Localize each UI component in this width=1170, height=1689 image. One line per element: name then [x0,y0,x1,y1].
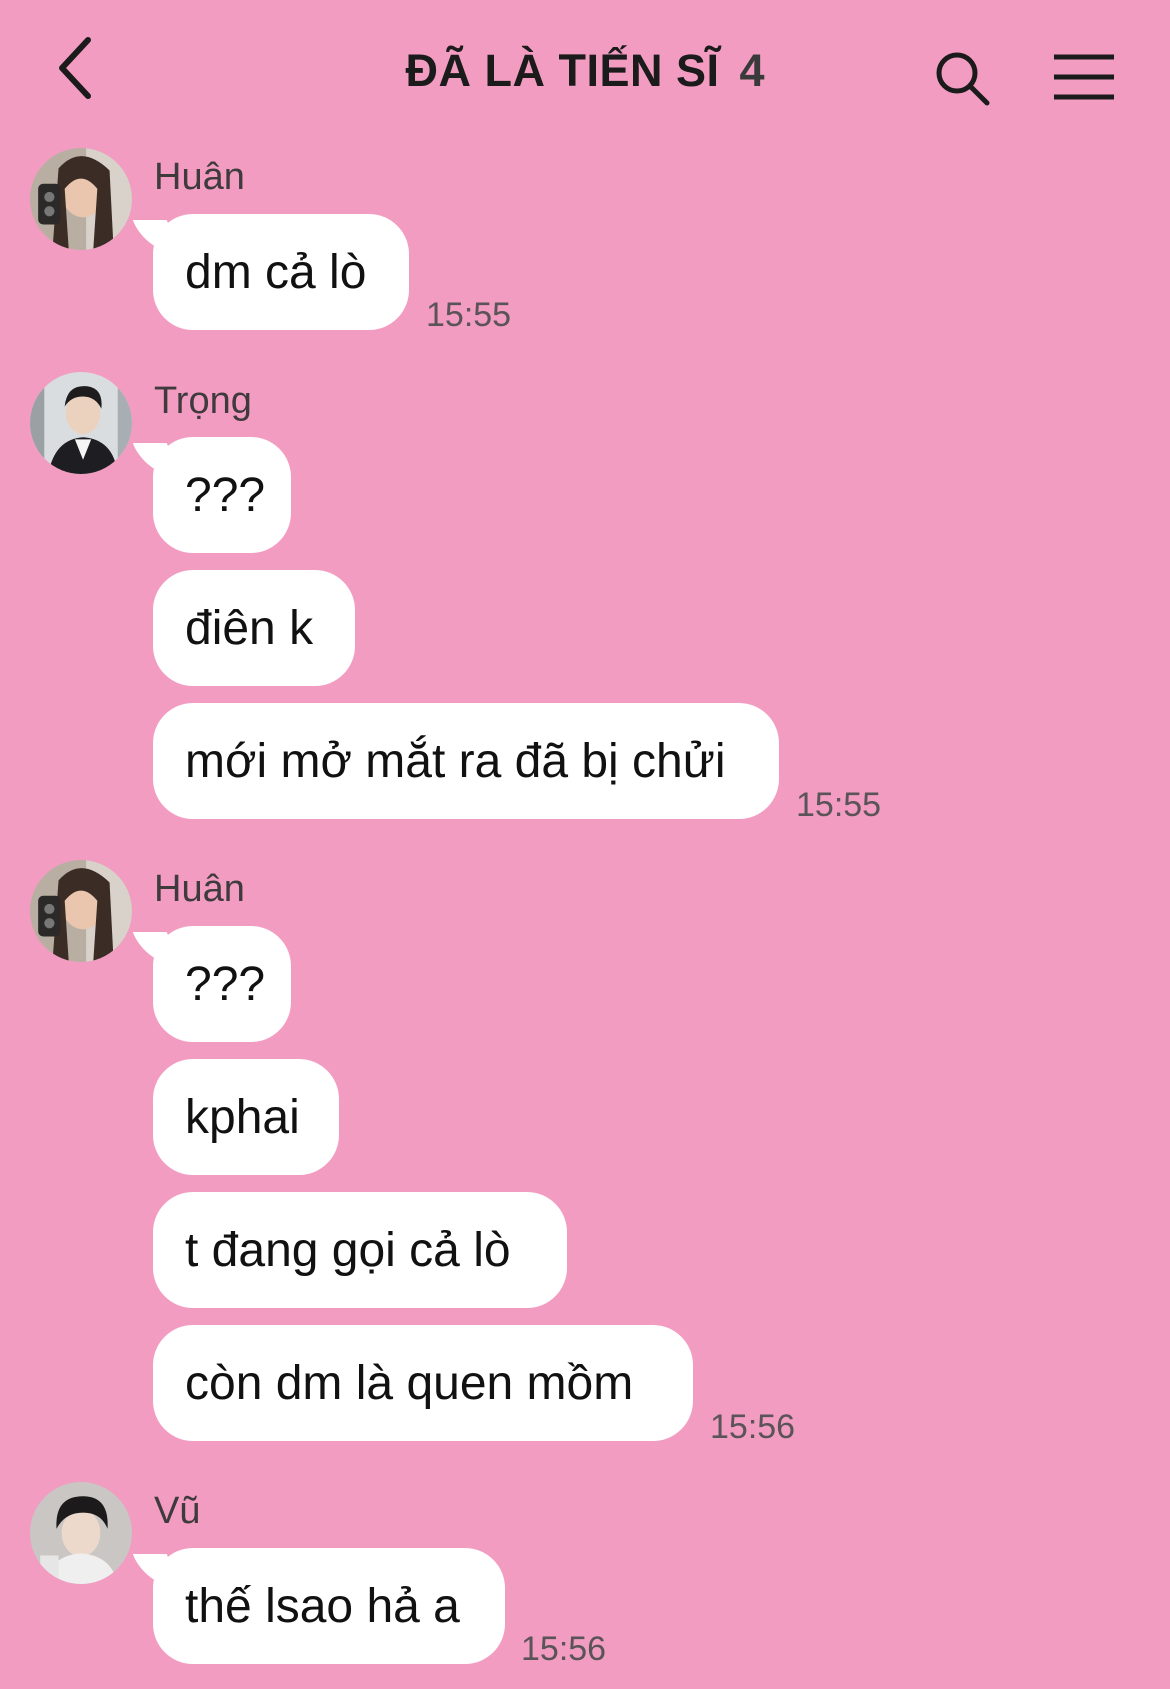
avatar-huan-image [30,860,132,962]
message-time: 15:55 [426,296,512,334]
message-bubble[interactable]: thế lsao hả a [153,1548,505,1664]
avatar-trong-image [30,372,132,474]
menu-button[interactable] [1052,52,1116,102]
avatar[interactable] [30,1482,132,1584]
message-bubble[interactable]: ??? [153,926,291,1042]
message-bubble[interactable]: ??? [153,437,291,553]
sender-name: Trọng [154,380,252,422]
hamburger-menu-icon [1054,54,1114,100]
message-bubble[interactable]: dm cả lò [153,214,409,330]
back-button[interactable] [48,30,108,106]
chat-title: ĐÃ LÀ TIẾN SĨ [405,45,720,96]
sender-name: Huân [154,156,245,198]
avatar[interactable] [30,372,132,474]
avatar-vu-image [30,1482,132,1584]
message-bubble[interactable]: còn dm là quen mồm [153,1325,693,1441]
message-bubble[interactable]: kphai [153,1059,339,1175]
message-time: 15:56 [521,1630,607,1668]
avatar[interactable] [30,860,132,962]
message-time: 15:56 [710,1408,796,1446]
avatar-huan-image [30,148,132,250]
chat-header: ĐÃ LÀ TIẾN SĨ 4 [0,0,1170,140]
message-bubble[interactable]: điên k [153,570,355,686]
message-time: 15:55 [796,786,882,824]
chevron-left-icon [59,37,91,99]
message-bubble[interactable]: mới mở mắt ra đã bị chửi [153,703,779,819]
chat-screen: ĐÃ LÀ TIẾN SĨ 4 Huân dm cả lò 15:55 Trọn… [0,0,1170,1689]
search-button[interactable] [932,48,992,108]
search-icon [936,52,990,106]
sender-name: Huân [154,868,245,910]
chat-title-area[interactable]: ĐÃ LÀ TIẾN SĨ 4 [300,36,870,106]
avatar[interactable] [30,148,132,250]
message-bubble[interactable]: t đang gọi cả lò [153,1192,567,1308]
sender-name: Vũ [154,1490,201,1532]
member-count: 4 [739,45,765,96]
